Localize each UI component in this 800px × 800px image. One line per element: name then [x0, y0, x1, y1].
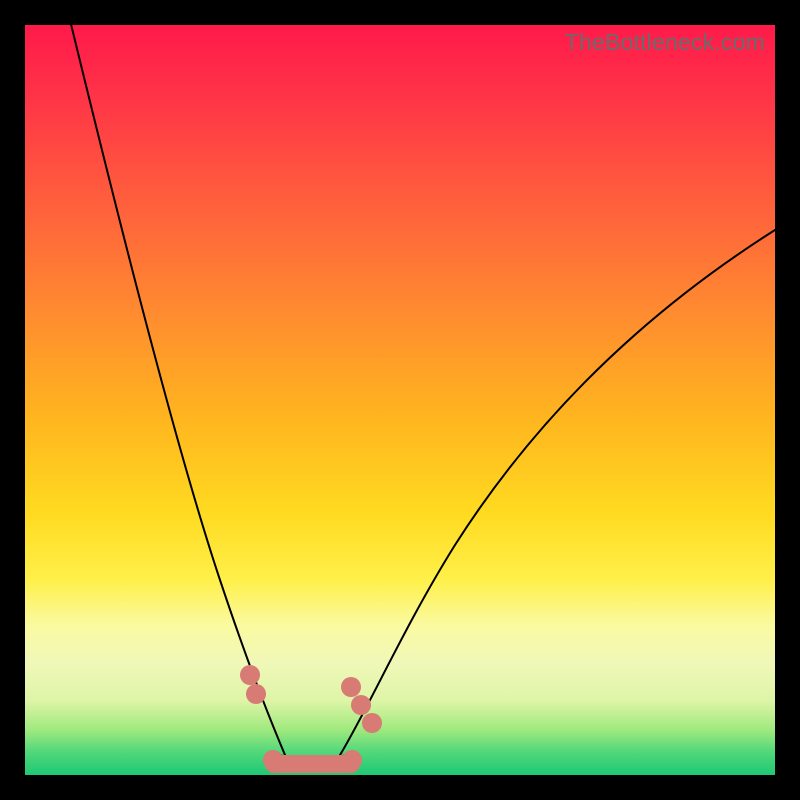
- watermark-text: TheBottleneck.com: [565, 29, 765, 56]
- marker-dot: [240, 665, 260, 685]
- marker-dot: [246, 684, 266, 704]
- marker-dot: [263, 750, 283, 770]
- marker-dot: [342, 750, 362, 770]
- marker-dot: [341, 677, 361, 697]
- marker-dot: [351, 695, 371, 715]
- marker-dot: [362, 713, 382, 733]
- curve-left-branch: [70, 20, 285, 755]
- curve-right-branch: [340, 230, 775, 755]
- chart-frame: TheBottleneck.com: [25, 25, 775, 775]
- bottleneck-curve-plot: [25, 25, 775, 775]
